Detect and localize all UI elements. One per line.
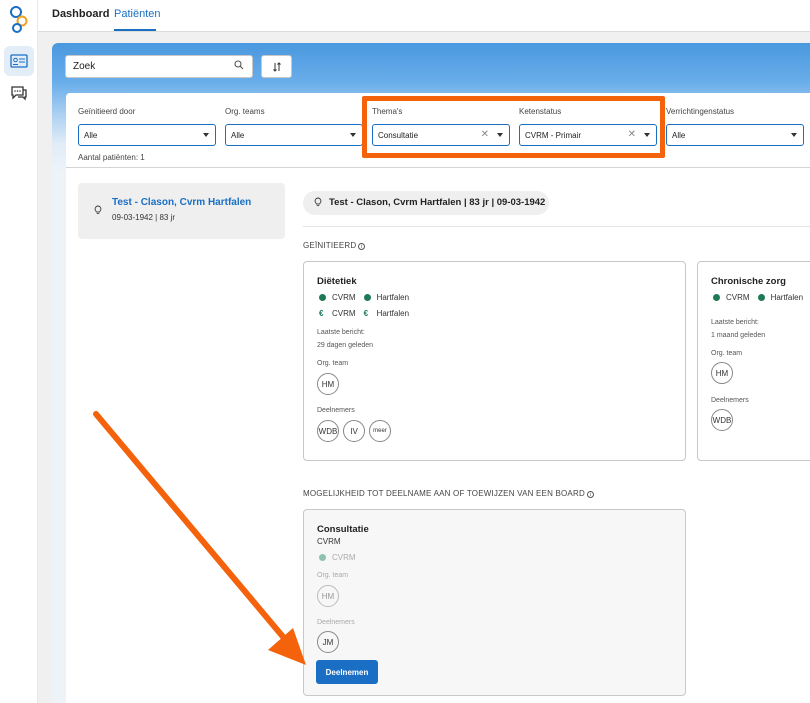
patients-nav-button[interactable] [4,46,34,76]
avatar[interactable]: HM [317,373,339,395]
avatar: HM [317,585,339,607]
last-message-value: 1 maand geleden [711,332,766,339]
avatar[interactable]: WDB [711,409,733,431]
euro-icon: € [319,309,324,318]
board-status-row: CVRM Hartfalen [713,293,803,302]
last-message-value: 29 dagen geleden [317,342,374,349]
filter-procedure-status-select[interactable]: Alle [666,124,804,146]
patient-count: Aantal patiënten: 1 [78,153,145,162]
org-team-label: Org. team [711,350,743,357]
highlight-box-annotation [362,96,665,158]
filter-label-initiated-by: Geïnitieerd door [78,107,136,116]
filter-value: Alle [231,131,245,140]
filter-org-teams-select[interactable]: Alle [225,124,363,146]
board-billing-row: € CVRM € Hartfalen [319,309,409,318]
board-card-chronic-care[interactable]: Chronische zorg CVRM Hartfalen Laatste b… [697,261,810,461]
filter-label-org-teams: Org. teams [225,107,265,116]
filter-value: Alle [84,131,98,140]
billing-label: Hartfalen [376,309,410,318]
info-icon[interactable]: i [586,491,594,498]
status-label: Hartfalen [376,293,410,302]
status-label: CVRM [726,293,750,302]
status-label: CVRM [332,293,356,302]
more-members-button[interactable]: meer [369,420,391,442]
members-label: Deelnemers [317,407,355,414]
members-label: Deelnemers [711,397,749,404]
search-icon [234,60,244,70]
app-logo [10,6,28,33]
patient-summary-text: Test - Clason, Cvrm Hartfalen | 83 jr | … [329,197,546,208]
chevron-down-icon [791,133,797,137]
avatar[interactable]: HM [711,362,733,384]
last-message-label: Laatste bericht: [711,319,759,326]
top-navigation: Dashboard Patiënten [38,0,810,32]
status-dot-icon [319,294,326,301]
status-dot-icon [713,294,720,301]
sort-icon [272,61,281,72]
filter-initiated-by-select[interactable]: Alle [78,124,216,146]
id-card-icon [10,54,28,68]
org-team-label: Org. team [317,360,349,367]
chat-icon [11,86,27,101]
members-label: Deelnemers [317,619,355,626]
status-label: CVRM [332,553,356,562]
board-title: Chronische zorg [711,276,786,287]
info-icon[interactable]: i [358,243,366,250]
initiated-section-title: GEÏNITIEERD i [303,241,366,250]
lightbulb-icon [94,205,102,215]
status-dot-icon [319,554,326,561]
status-dot-icon [363,294,371,301]
sort-button[interactable] [261,55,292,78]
possible-section-title: MOGELIJKHEID TOT DEELNAME AAN OF TOEWIJZ… [303,489,594,498]
chevron-down-icon [203,133,209,137]
status-label: Hartfalen [770,293,804,302]
patient-name[interactable]: Test - Clason, Cvrm Hartfalen [112,197,251,208]
billing-label: CVRM [332,309,356,318]
lightbulb-icon [314,197,322,207]
initiated-title-text: GEÏNITIEERD [303,241,357,250]
euro-icon: € [363,309,369,318]
board-title: Diëtetiek [317,276,357,287]
last-message-label: Laatste bericht: [317,329,365,336]
active-tab-indicator [114,29,156,31]
messages-nav-button[interactable] [4,78,34,108]
board-subtitle: CVRM [317,537,341,546]
search-input[interactable]: Zoek [65,55,253,78]
board-card-dietetics[interactable]: Diëtetiek CVRM Hartfalen € CVRM € Hartfale… [303,261,686,461]
board-status-row: CVRM Hartfalen [319,293,409,302]
status-dot-icon [757,294,765,301]
filter-value: Alle [672,131,686,140]
patient-list-item[interactable]: Test - Clason, Cvrm Hartfalen 09-03-1942… [78,183,285,239]
board-title: Consultatie [317,524,369,535]
org-team-label: Org. team [317,572,349,579]
avatar[interactable]: IV [343,420,365,442]
patient-meta: 09-03-1942 | 83 jr [112,213,176,222]
avatar[interactable]: JM [317,631,339,653]
possible-title-text: MOGELIJKHEID TOT DEELNAME AAN OF TOEWIJZ… [303,489,585,498]
tab-dashboard[interactable]: Dashboard [52,8,109,20]
avatar[interactable]: WDB [317,420,339,442]
tab-patients[interactable]: Patiënten [114,8,160,20]
join-button[interactable]: Deelnemen [316,660,378,684]
left-rail [0,0,38,703]
filter-label-procedure-status: Verrichtingenstatus [666,107,735,116]
section-divider [303,226,810,227]
chevron-down-icon [350,133,356,137]
board-status-row: CVRM [319,553,356,562]
filter-divider [66,167,810,168]
patient-summary-pill: Test - Clason, Cvrm Hartfalen | 83 jr | … [303,191,549,215]
